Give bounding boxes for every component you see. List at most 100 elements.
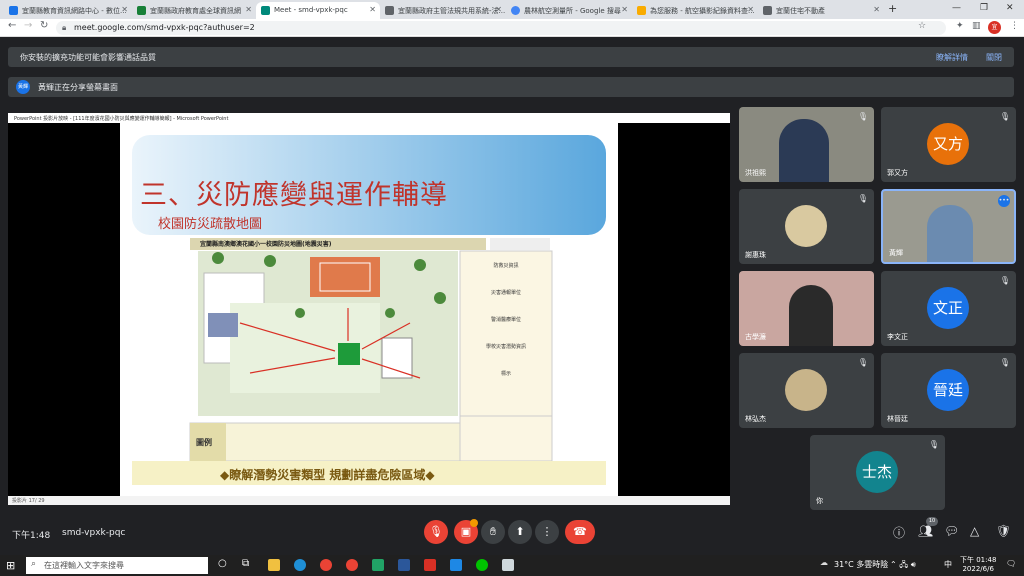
star-icon[interactable]: ☆ [918, 21, 926, 31]
mic-off-icon: 🎙︎ [857, 358, 868, 367]
slide-title: 三、災防應變與運作輔導 [140, 180, 448, 211]
browser-tab[interactable]: 宜蘭縣政府主管法規共用系統-法... ✕ [380, 2, 506, 19]
minimize-icon[interactable]: — [952, 3, 961, 13]
participant-video [789, 285, 833, 346]
profile-avatar[interactable]: 宜 [988, 21, 1001, 34]
ime-indicator[interactable]: 中 [944, 559, 952, 570]
task-view-icon[interactable]: ⧉ [242, 558, 249, 569]
legend-panel [189, 422, 461, 462]
map-header: 宜蘭縣南澳鄉澳花國小一校園防災地圖(地震災害) [200, 241, 332, 248]
search-icon: ⌕ [31, 559, 37, 569]
raise-hand-button[interactable]: ✋︎ [481, 520, 505, 544]
new-tab-button[interactable]: + [888, 2, 897, 15]
browser-tab[interactable]: 宜蘭縣教育資訊網路中心 - 數位... ✕ [4, 2, 132, 19]
line-icon[interactable] [476, 559, 488, 571]
browser-tab[interactable]: 農林航空測量所 - Google 搜尋 ✕ [506, 2, 632, 19]
participant-tile[interactable]: 🎙︎ 林弘杰 [739, 353, 874, 428]
slide-footer: ◆瞭解潛勢災害類型 規劃詳盡危險區域◆ [220, 468, 435, 482]
participant-tile-speaking[interactable]: ••• 黃輝 [881, 189, 1016, 264]
taskbar-search[interactable]: ⌕ 在這裡輸入文字來搜尋 [26, 557, 208, 574]
assembly-point-icon [338, 343, 360, 365]
file-explorer-icon[interactable] [268, 559, 280, 571]
tab-favicon-icon [137, 6, 146, 15]
participant-tile[interactable]: 文正 🎙︎ 李文正 [881, 271, 1016, 346]
mic-off-icon: 🎙︎ [999, 112, 1010, 121]
present-button[interactable]: ⬆ [508, 520, 532, 544]
presenting-banner: 黃輝 黃輝正在分享螢幕畫面 [8, 77, 1014, 97]
presenter-avatar: 黃輝 [16, 80, 30, 94]
taskbar-clock[interactable]: 下午 01:48 2022/6/6 [960, 556, 996, 574]
participant-photo [785, 369, 827, 411]
sidepanel-icon[interactable]: ▥ [972, 21, 981, 31]
browser-tab-active[interactable]: Meet - smd-vpxk-pqc ✕ [256, 2, 380, 19]
browser-tab[interactable]: 宜蘭縣政府教育處全球資訊網 ✕ [132, 2, 256, 19]
browser-tab[interactable]: 為您服務 - 航空攝影紀錄資料查... ✕ [632, 2, 758, 19]
learn-more-link[interactable]: 瞭解詳情 [936, 52, 968, 63]
close-tab-icon[interactable]: ✕ [873, 5, 880, 14]
dismiss-button[interactable]: 關閉 [986, 52, 1002, 63]
browser-tab-strip: 宜蘭縣教育資訊網路中心 - 數位... ✕ 宜蘭縣政府教育處全球資訊網 ✕ Meet… [0, 0, 1024, 19]
ppt-statusbar: 投影片 17/ 29 [8, 496, 730, 505]
mic-off-icon: 🎙︎ [857, 194, 868, 203]
close-window-icon[interactable]: ✕ [1006, 3, 1014, 13]
meet-favicon-icon [261, 6, 270, 15]
warning-badge-icon [470, 519, 478, 527]
edge-icon[interactable] [294, 559, 306, 571]
acrobat-icon[interactable] [424, 559, 436, 571]
info-icon[interactable]: ⓘ [893, 524, 905, 541]
participant-tile[interactable]: 晉廷 🎙︎ 林晉廷 [881, 353, 1016, 428]
chat-icon[interactable]: 💬︎ [944, 524, 959, 538]
info-sections: 防救災資訊 災害通報單位 警消醫療單位 學校災害潛勢資訊 標示 [485, 263, 526, 377]
mic-off-icon: 🎙︎ [928, 440, 939, 449]
close-tab-icon[interactable]: ✕ [621, 5, 628, 14]
notification-icon[interactable]: 🗨︎ [1006, 559, 1016, 568]
url-text: meet.google.com/smd-vpxk-pqc?authuser=2 [74, 23, 255, 32]
extensions-icon[interactable]: ✦ [956, 21, 964, 31]
forward-icon[interactable]: → [24, 20, 32, 31]
host-controls-icon[interactable]: 🛡︎ [996, 524, 1011, 538]
chrome-icon[interactable] [320, 559, 332, 571]
word-icon[interactable] [398, 559, 410, 571]
speaking-indicator-icon: ••• [998, 195, 1010, 207]
close-tab-icon[interactable]: ✕ [121, 5, 128, 14]
participant-tile[interactable]: 🎙︎ 洪祖熙 [739, 107, 874, 182]
tray-icons[interactable]: ⌃ 🖧︎ 🔊︎ [890, 559, 916, 573]
map-title-info [490, 238, 550, 250]
leave-call-button[interactable]: ☎︎ [565, 520, 595, 544]
address-bar[interactable]: 🔒︎ meet.google.com/smd-vpxk-pqc?authuser… [56, 21, 946, 35]
activities-icon[interactable]: △ [970, 524, 979, 538]
restore-icon[interactable]: ❐ [980, 3, 988, 13]
ppt-titlebar: PowerPoint 投影片放映 - [111年度濱花國小防災與應變運作輔導簡報… [8, 113, 730, 123]
weather-icon[interactable]: ☁︎ [820, 558, 828, 567]
close-tab-icon[interactable]: ✕ [495, 5, 502, 14]
cortana-icon[interactable]: ○ [218, 558, 227, 569]
participant-video [779, 119, 829, 182]
presentation-slide: 三、災防應變與運作輔導 校園防災疏散地圖 宜蘭縣南澳鄉澳花國小一校園防災地圖(地… [120, 123, 618, 496]
participant-tile[interactable]: 古學濂 [739, 271, 874, 346]
extension-warning-banner: 你安裝的擴充功能可能會影響通話品質 瞭解詳情 關閉 [8, 47, 1014, 67]
mic-off-button[interactable]: 🎙︎ [424, 520, 448, 544]
warning-icon [637, 6, 646, 15]
participant-tile[interactable]: 又方 🎙︎ 郭又方 [881, 107, 1016, 182]
close-tab-icon[interactable]: ✕ [747, 5, 754, 14]
back-icon[interactable]: ← [8, 20, 16, 31]
participant-tile[interactable]: 🎙︎ 謝惠珠 [739, 189, 874, 264]
sheets-icon[interactable] [372, 559, 384, 571]
mic-off-icon: 🎙︎ [857, 112, 868, 121]
reload-icon[interactable]: ↻ [40, 20, 48, 31]
notepad-icon[interactable] [502, 559, 514, 571]
close-tab-icon[interactable]: ✕ [369, 5, 376, 14]
chrome-active-icon[interactable] [346, 559, 358, 571]
lock-icon: 🔒︎ [62, 23, 67, 32]
tab-favicon-icon [9, 6, 18, 15]
people-icon[interactable]: 👥︎ [918, 524, 933, 538]
self-tile[interactable]: 士杰 🎙︎ 你 [810, 435, 945, 510]
menu-icon[interactable]: ⋮ [1010, 21, 1019, 31]
weather-text[interactable]: 31°C 多雲時陰 [834, 559, 888, 570]
browser-tab[interactable]: 宜蘭住宅不動產 ✕ [758, 2, 884, 19]
participant-avatar: 晉廷 [927, 369, 969, 411]
ie-icon[interactable] [450, 559, 462, 571]
windows-start-icon[interactable]: ⊞ [6, 559, 15, 572]
close-tab-icon[interactable]: ✕ [245, 5, 252, 14]
more-options-button[interactable]: ⋮ [535, 520, 559, 544]
